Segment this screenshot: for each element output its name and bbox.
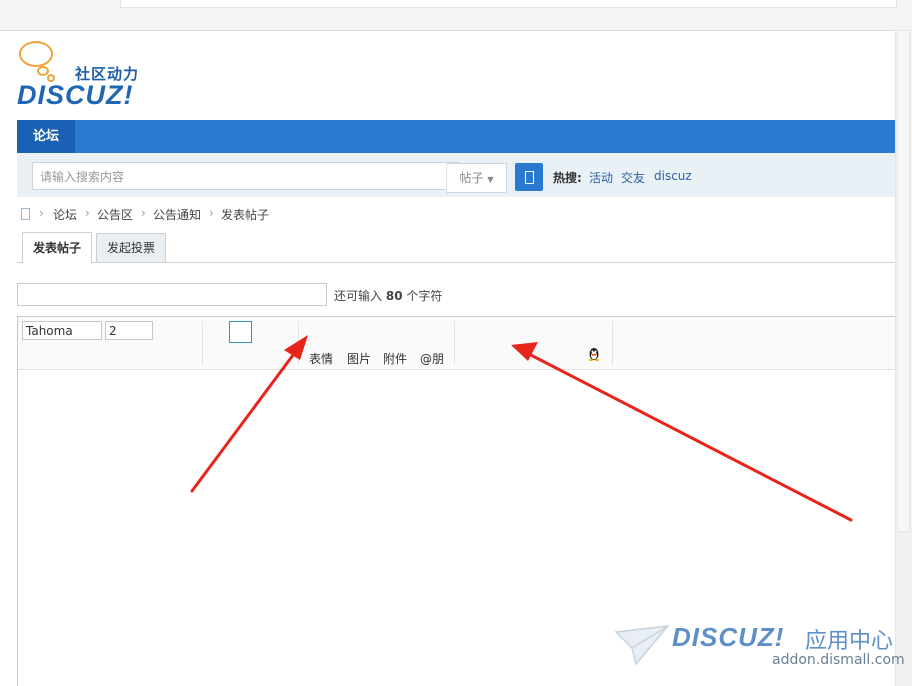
site-logo[interactable]: 社区动力 DISCUZ! <box>17 40 152 110</box>
watermark-url: addon.dismall.com <box>772 652 905 668</box>
logo-bubble-icon <box>19 41 53 67</box>
hot-search-label: 热搜: <box>553 171 582 185</box>
breadcrumb-sep: › <box>85 206 90 220</box>
emoji-button[interactable]: 表情 <box>309 350 333 367</box>
browser-top-strip <box>0 0 912 31</box>
subject-char-hint: 还可输入 80 个字符 <box>334 287 442 304</box>
discuz-watermark: DISCUZ! 应用中心 addon.dismall.com <box>612 620 905 686</box>
hot-link-friends[interactable]: 交友 <box>621 169 645 186</box>
hot-link-discuz[interactable]: discuz <box>654 169 692 183</box>
search-input[interactable]: 请输入搜索内容 <box>32 162 460 190</box>
breadcrumb-sep: › <box>141 206 146 220</box>
hot-link-activity[interactable]: 活动 <box>589 169 613 186</box>
chevron-down-icon: ▼ <box>487 175 494 184</box>
attachment-button[interactable]: 附件 <box>383 350 407 367</box>
search-button[interactable] <box>515 163 543 191</box>
home-icon[interactable] <box>21 208 30 220</box>
font-size-select[interactable]: 2 <box>105 321 153 340</box>
font-family-select[interactable]: Tahoma <box>22 321 102 340</box>
breadcrumb-sep: › <box>39 206 44 220</box>
breadcrumb-sep: › <box>209 206 214 220</box>
search-type-select[interactable]: 帖子 ▼ <box>446 163 507 193</box>
nav-item-forum[interactable]: 论坛 <box>17 120 75 153</box>
qq-penguin-icon[interactable] <box>588 347 600 361</box>
watermark-cn: 应用中心 <box>805 629 894 654</box>
toolbar-divider <box>454 321 455 365</box>
mention-button[interactable]: @朋 <box>420 350 444 367</box>
remaining-count: 80 <box>385 289 403 303</box>
hint-suffix: 个字符 <box>406 289 443 303</box>
search-icon <box>525 171 534 184</box>
breadcrumb-announce-notice[interactable]: 公告通知 <box>153 206 201 223</box>
scrollbar-thumb[interactable] <box>897 30 910 532</box>
text-color-button[interactable] <box>229 321 252 343</box>
breadcrumb-announce-area[interactable]: 公告区 <box>97 206 133 223</box>
paper-plane-icon <box>614 625 670 666</box>
main-nav <box>17 120 895 153</box>
toolbar-divider <box>298 321 299 365</box>
logo-word: DISCUZ! <box>17 80 134 110</box>
subject-input[interactable] <box>17 283 327 306</box>
breadcrumb-forum[interactable]: 论坛 <box>53 206 77 223</box>
top-strip-inner <box>120 0 897 8</box>
image-button[interactable]: 图片 <box>347 350 371 367</box>
toolbar-divider <box>202 321 203 365</box>
watermark-word: DISCUZ! <box>672 622 785 652</box>
search-type-label: 帖子 <box>459 171 484 185</box>
tab-post-thread[interactable]: 发表帖子 <box>22 232 92 264</box>
tab-start-poll[interactable]: 发起投票 <box>96 233 166 263</box>
toolbar-divider <box>612 321 613 365</box>
breadcrumb-current: 发表帖子 <box>221 208 270 222</box>
hint-prefix: 还可输入 <box>334 289 383 303</box>
